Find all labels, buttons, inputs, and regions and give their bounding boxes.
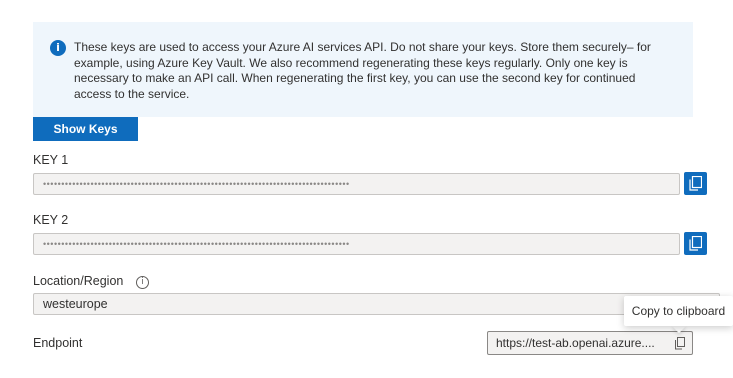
endpoint-label: Endpoint [33, 336, 83, 350]
info-message-bar: i These keys are used to access your Azu… [33, 22, 693, 117]
copy-icon [675, 337, 685, 350]
key1-label: KEY 1 [33, 153, 69, 167]
key1-copy-button[interactable] [684, 172, 707, 195]
info-circle-icon[interactable]: i [136, 276, 149, 289]
info-message-text: These keys are used to access your Azure… [74, 40, 651, 101]
copy-tooltip: Copy to clipboard [624, 296, 733, 326]
key2-field[interactable]: ••••••••••••••••••••••••••••••••••••••••… [33, 233, 680, 255]
info-icon: i [50, 40, 66, 56]
location-label: Location/Region [33, 274, 124, 288]
key1-field[interactable]: ••••••••••••••••••••••••••••••••••••••••… [33, 173, 680, 195]
copy-icon [689, 176, 702, 191]
copy-icon [689, 236, 702, 251]
location-field[interactable]: westeurope [33, 293, 720, 315]
endpoint-field[interactable]: https://test-ab.openai.azure.... [487, 331, 693, 355]
endpoint-copy-button[interactable] [674, 337, 687, 350]
key2-copy-button[interactable] [684, 232, 707, 255]
key2-label: KEY 2 [33, 213, 69, 227]
show-keys-button[interactable]: Show Keys [33, 117, 138, 141]
